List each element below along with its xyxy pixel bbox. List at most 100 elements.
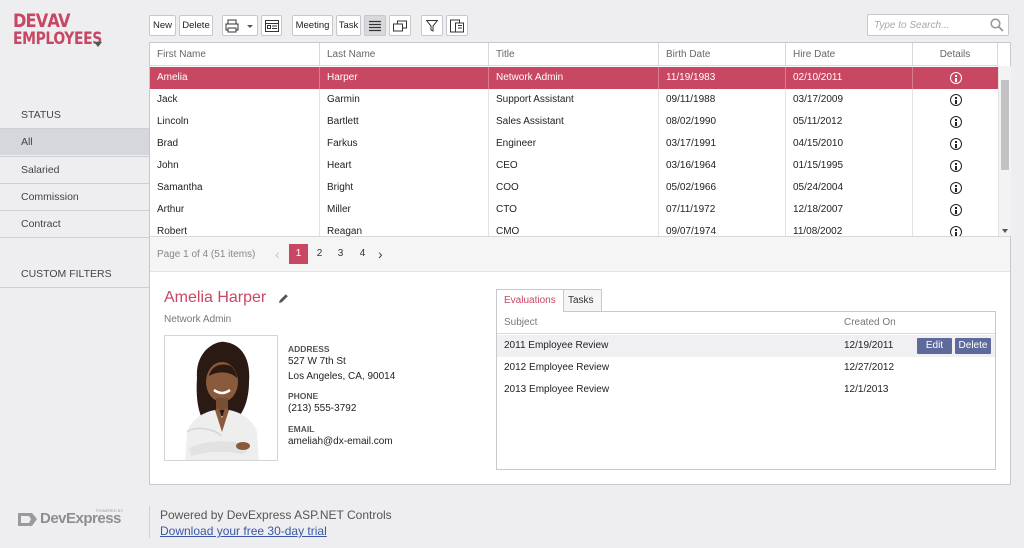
cell-last-name: Reagan (320, 221, 489, 236)
search-input[interactable] (868, 15, 986, 35)
edit-button[interactable]: Edit (917, 338, 952, 354)
evaluations-grid: Subject Created On 2011 Employee Review … (496, 311, 996, 470)
window-button[interactable] (389, 15, 411, 36)
devexpress-logo[interactable]: DevExpress POWERED BY (18, 508, 133, 533)
sidebar-item-salaried[interactable]: Salaried (0, 156, 149, 183)
status-heading: STATUS (21, 109, 61, 121)
cell-last-name: Harper (320, 67, 489, 89)
cell-first-name: John (150, 155, 320, 177)
info-icon[interactable] (950, 72, 962, 84)
grid-scrollbar[interactable] (998, 66, 1011, 236)
card-view-button[interactable] (261, 15, 282, 36)
cell-last-name: Farkus (320, 133, 489, 155)
table-row[interactable]: Arthur Miller CTO 07/11/1972 12/18/2007 (150, 199, 998, 221)
cell-hire-date: 02/10/2011 (786, 67, 913, 89)
table-row[interactable]: Robert Reagan CMO 09/07/1974 11/08/2002 (150, 221, 998, 236)
cell-first-name: Jack (150, 89, 320, 111)
info-icon[interactable] (950, 160, 962, 172)
search-box[interactable] (867, 14, 1009, 36)
column-header-subject[interactable]: Subject (504, 312, 537, 334)
email-label: EMAIL (288, 424, 315, 434)
info-icon[interactable] (950, 116, 962, 128)
column-header-hire-date[interactable]: Hire Date (786, 43, 913, 66)
page-button-2[interactable]: 2 (310, 244, 329, 264)
address-line2: Los Angeles, CA, 90014 (288, 371, 396, 382)
cell-birth-date: 05/02/1966 (659, 177, 786, 199)
pager-summary: Page 1 of 4 (51 items) (157, 249, 256, 260)
scroll-down-icon[interactable] (1002, 229, 1008, 233)
list-item[interactable]: 2012 Employee Review 12/27/2012 (497, 357, 995, 379)
cell-birth-date: 03/17/1991 (659, 133, 786, 155)
chevron-down-icon[interactable] (94, 42, 102, 47)
column-header-created-on[interactable]: Created On (844, 312, 896, 334)
column-header-first-name[interactable]: First Name (150, 43, 320, 66)
delete-button[interactable]: Delete (179, 15, 213, 36)
filter-button[interactable] (421, 15, 443, 36)
avatar (165, 336, 277, 460)
cell-hire-date: 04/15/2010 (786, 133, 913, 155)
cell-first-name: Lincoln (150, 111, 320, 133)
page-button-3[interactable]: 3 (331, 244, 350, 264)
cell-hire-date: 03/17/2009 (786, 89, 913, 111)
tab-tasks[interactable]: Tasks (560, 289, 602, 311)
list-item[interactable]: 2011 Employee Review 12/19/2011 Edit Del… (497, 335, 995, 357)
scrollbar-thumb[interactable] (1001, 80, 1009, 170)
cell-title: COO (489, 177, 659, 199)
column-header-details[interactable]: Details (913, 43, 998, 66)
phone-label: PHONE (288, 391, 319, 401)
sidebar-item-commission[interactable]: Commission (0, 183, 149, 210)
search-icon[interactable] (990, 18, 1004, 32)
delete-evaluation-button[interactable]: Delete (955, 338, 991, 354)
chevron-left-icon[interactable]: ‹ (275, 244, 280, 264)
info-icon[interactable] (950, 182, 962, 194)
table-row[interactable]: Samantha Bright COO 05/02/1966 05/24/200… (150, 177, 998, 199)
eval-subject: 2012 Employee Review (504, 362, 610, 373)
list-view-button[interactable] (364, 15, 386, 36)
cell-first-name: Amelia (150, 67, 320, 89)
table-row[interactable]: Lincoln Bartlett Sales Assistant 08/02/1… (150, 111, 998, 133)
customize-button[interactable] (446, 15, 468, 36)
cell-birth-date: 09/07/1974 (659, 221, 786, 236)
sidebar-item-all[interactable]: All (0, 128, 149, 155)
custom-filters-heading[interactable]: CUSTOM FILTERS (21, 268, 112, 280)
column-header-last-name[interactable]: Last Name (320, 43, 489, 66)
sidebar-item-contract[interactable]: Contract (0, 210, 149, 237)
info-icon[interactable] (950, 138, 962, 150)
cell-birth-date: 08/02/1990 (659, 111, 786, 133)
cell-birth-date: 09/11/1988 (659, 89, 786, 111)
cell-first-name: Arthur (150, 199, 320, 221)
grid-header: First Name Last Name Title Birth Date Hi… (150, 43, 998, 66)
table-row[interactable]: John Heart CEO 03/16/1964 01/15/1995 (150, 155, 998, 177)
print-button[interactable] (222, 15, 258, 36)
cell-title: CEO (489, 155, 659, 177)
page-button-1[interactable]: 1 (289, 244, 308, 264)
pencil-icon[interactable] (278, 293, 289, 304)
info-icon[interactable] (950, 94, 962, 106)
table-row[interactable]: Brad Farkus Engineer 03/17/1991 04/15/20… (150, 133, 998, 155)
main-panel: First Name Last Name Title Birth Date Hi… (149, 42, 1011, 485)
table-row[interactable]: Amelia Harper Network Admin 11/19/1983 0… (150, 67, 998, 89)
page-button-4[interactable]: 4 (353, 244, 372, 264)
info-icon[interactable] (950, 204, 962, 216)
table-row[interactable]: Jack Garmin Support Assistant 09/11/1988… (150, 89, 998, 111)
cell-last-name: Bright (320, 177, 489, 199)
eval-subject: 2013 Employee Review (504, 384, 610, 395)
column-header-birth-date[interactable]: Birth Date (659, 43, 786, 66)
meeting-button[interactable]: Meeting (292, 15, 333, 36)
chevron-right-icon[interactable]: › (378, 244, 383, 264)
columns-icon (450, 19, 464, 32)
employee-name: Amelia Harper (164, 289, 267, 306)
employee-photo (164, 335, 278, 461)
list-item[interactable]: 2013 Employee Review 12/1/2013 (497, 379, 995, 401)
tab-evaluations[interactable]: Evaluations (496, 289, 564, 312)
task-button[interactable]: Task (336, 15, 361, 36)
email-value: ameliah@dx-email.com (288, 436, 393, 447)
trial-download-link[interactable]: Download your free 30-day trial (160, 524, 327, 538)
new-button[interactable]: New (149, 15, 176, 36)
address-line1: 527 W 7th St (288, 356, 346, 367)
sidebar-divider (0, 237, 149, 238)
info-icon[interactable] (950, 226, 962, 236)
cell-first-name: Brad (150, 133, 320, 155)
column-header-title[interactable]: Title (489, 43, 659, 66)
app-logo[interactable]: DEVAV EMPLOYEES (13, 12, 113, 48)
